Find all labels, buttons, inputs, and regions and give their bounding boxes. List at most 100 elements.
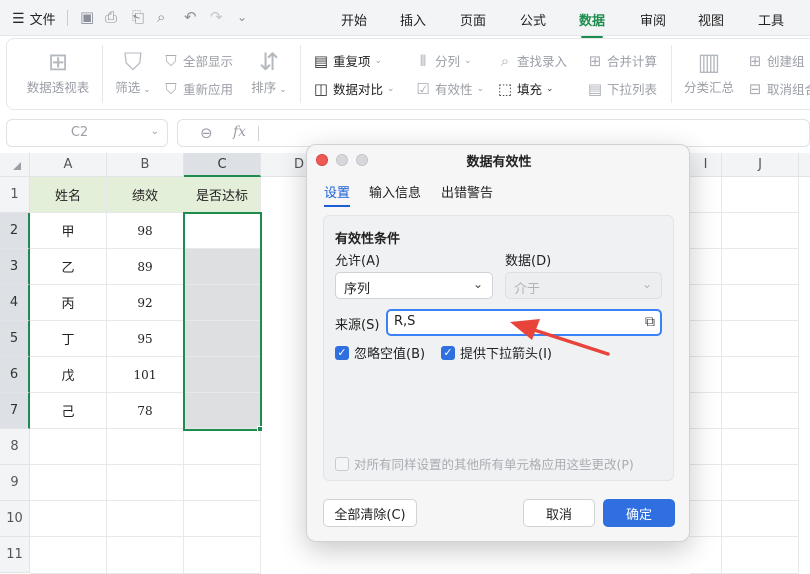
select-all-corner[interactable] — [0, 153, 30, 177]
row-header-11[interactable]: 11 — [0, 537, 30, 573]
table-cell[interactable] — [722, 393, 799, 429]
undo-icon[interactable]: ↶ — [184, 8, 197, 26]
table-cell[interactable] — [184, 429, 261, 465]
tab-page[interactable]: 页面 — [460, 10, 486, 29]
tab-error-alert[interactable]: 出错警告 — [441, 182, 493, 201]
table-cell[interactable] — [722, 501, 799, 537]
table-cell[interactable] — [722, 321, 799, 357]
table-cell[interactable] — [690, 177, 722, 213]
table-cell[interactable] — [184, 213, 261, 249]
create-group-button[interactable]: ⊞ 创建组 — [747, 51, 805, 70]
table-cell[interactable] — [184, 321, 261, 357]
tab-tools[interactable]: 工具 — [758, 10, 784, 29]
header-cell-score[interactable]: 绩效 — [107, 177, 184, 213]
table-cell[interactable] — [690, 357, 722, 393]
apply-all-checkbox[interactable]: 对所有同样设置的其他所有单元格应用这些更改(P) — [335, 454, 634, 473]
table-cell[interactable] — [184, 249, 261, 285]
table-cell[interactable]: 95 — [107, 321, 184, 357]
row-header-6[interactable]: 6 — [0, 357, 30, 393]
table-cell[interactable] — [722, 465, 799, 501]
table-cell[interactable] — [722, 285, 799, 321]
table-cell[interactable] — [107, 537, 184, 574]
table-cell[interactable] — [30, 537, 107, 574]
table-cell[interactable]: 丙 — [30, 285, 107, 321]
table-cell[interactable]: 己 — [30, 393, 107, 429]
column-header-i[interactable]: I — [690, 153, 722, 177]
ignore-blank-checkbox[interactable]: ✓ 忽略空值(B) — [335, 343, 425, 362]
table-cell[interactable] — [184, 393, 261, 429]
ok-button[interactable]: 确定 — [603, 499, 675, 527]
function-icon[interactable]: fx — [233, 124, 246, 140]
table-cell[interactable] — [690, 501, 722, 537]
pivot-table-button[interactable]: ⊞ 数据透视表 — [23, 47, 93, 96]
row-header-8[interactable]: 8 — [0, 429, 30, 465]
column-header-j[interactable]: J — [722, 153, 799, 177]
print-icon[interactable]: ⎗ — [132, 8, 144, 26]
header-cell-name[interactable]: 姓名 — [30, 177, 107, 213]
tab-input-message[interactable]: 输入信息 — [369, 182, 421, 201]
duplicates-button[interactable]: ▤ 重复项 ⌄ — [313, 51, 382, 70]
table-cell[interactable] — [690, 465, 722, 501]
table-cell[interactable] — [690, 393, 722, 429]
reapply-button[interactable]: ⛉ 重新应用 — [163, 79, 233, 98]
show-all-button[interactable]: ⛉ 全部显示 — [163, 51, 233, 70]
table-cell[interactable] — [690, 537, 722, 574]
table-cell[interactable] — [690, 249, 722, 285]
tab-settings[interactable]: 设置 — [324, 182, 351, 207]
table-cell[interactable]: 98 — [107, 213, 184, 249]
chevron-down-icon[interactable]: ⌄ — [237, 10, 247, 24]
fill-button[interactable]: ⬚ 填充 ⌄ — [497, 79, 554, 98]
compare-button[interactable]: ◫ 数据对比 ⌄ — [313, 79, 395, 98]
row-header-5[interactable]: 5 — [0, 321, 30, 357]
ungroup-button[interactable]: ⊟ 取消组合 — [747, 79, 810, 98]
table-cell[interactable] — [184, 465, 261, 501]
row-header-9[interactable]: 9 — [0, 465, 30, 501]
table-cell[interactable] — [30, 429, 107, 465]
name-box[interactable]: C2 ⌄ — [6, 119, 168, 147]
sort-button[interactable]: ⇵ 排序 ⌄ — [247, 47, 291, 96]
table-cell[interactable]: 戊 — [30, 357, 107, 393]
tab-home[interactable]: 开始 — [341, 10, 367, 29]
column-header-b[interactable]: B — [107, 153, 184, 177]
column-header-a[interactable]: A — [30, 153, 107, 177]
find-entry-button[interactable]: ⌕ 查找录入 — [497, 51, 567, 70]
tab-review[interactable]: 审阅 — [640, 10, 666, 29]
table-cell[interactable]: 丁 — [30, 321, 107, 357]
formula-input[interactable]: ⊖ fx — [177, 119, 810, 147]
row-header-4[interactable]: 4 — [0, 285, 30, 321]
table-cell[interactable] — [107, 429, 184, 465]
column-header-k[interactable] — [799, 153, 810, 177]
table-cell[interactable] — [722, 213, 799, 249]
header-cell-qualified[interactable]: 是否达标 — [184, 177, 261, 213]
table-cell[interactable] — [722, 177, 799, 213]
column-header-c[interactable]: C — [184, 153, 261, 177]
table-cell[interactable] — [184, 285, 261, 321]
table-cell[interactable] — [722, 429, 799, 465]
dropdown-arrow-checkbox[interactable]: ✓ 提供下拉箭头(I) — [441, 343, 552, 362]
save-icon[interactable]: ▣ — [80, 8, 94, 26]
row-header-2[interactable]: 2 — [0, 213, 30, 249]
source-input[interactable]: R,S ⧉ — [386, 309, 662, 336]
range-picker-icon[interactable]: ⧉ — [645, 314, 655, 330]
tab-insert[interactable]: 插入 — [400, 10, 426, 29]
row-header-10[interactable]: 10 — [0, 501, 30, 537]
split-column-button[interactable]: ⫴ 分列 ⌄ — [415, 51, 472, 70]
allow-select[interactable]: 序列 ⌄ — [335, 272, 493, 299]
clear-all-button[interactable]: 全部清除(C) — [323, 499, 417, 527]
table-cell[interactable] — [690, 429, 722, 465]
filter-button[interactable]: ⛉ 筛选 ⌄ — [110, 47, 156, 96]
table-cell[interactable] — [722, 357, 799, 393]
subtotal-button[interactable]: ▥ 分类汇总 — [679, 47, 739, 96]
fill-handle[interactable] — [257, 426, 263, 432]
table-cell[interactable] — [30, 501, 107, 537]
zoom-icon[interactable]: ⊖ — [200, 124, 213, 142]
file-menu[interactable]: ☰ 文件 — [12, 9, 56, 29]
row-header-3[interactable]: 3 — [0, 249, 30, 285]
validity-button[interactable]: ☑ 有效性 ⌄ — [415, 79, 484, 98]
table-cell[interactable]: 甲 — [30, 213, 107, 249]
tab-view[interactable]: 视图 — [698, 10, 724, 29]
table-cell[interactable] — [690, 285, 722, 321]
table-cell[interactable]: 乙 — [30, 249, 107, 285]
table-cell[interactable]: 78 — [107, 393, 184, 429]
row-header-7[interactable]: 7 — [0, 393, 30, 429]
